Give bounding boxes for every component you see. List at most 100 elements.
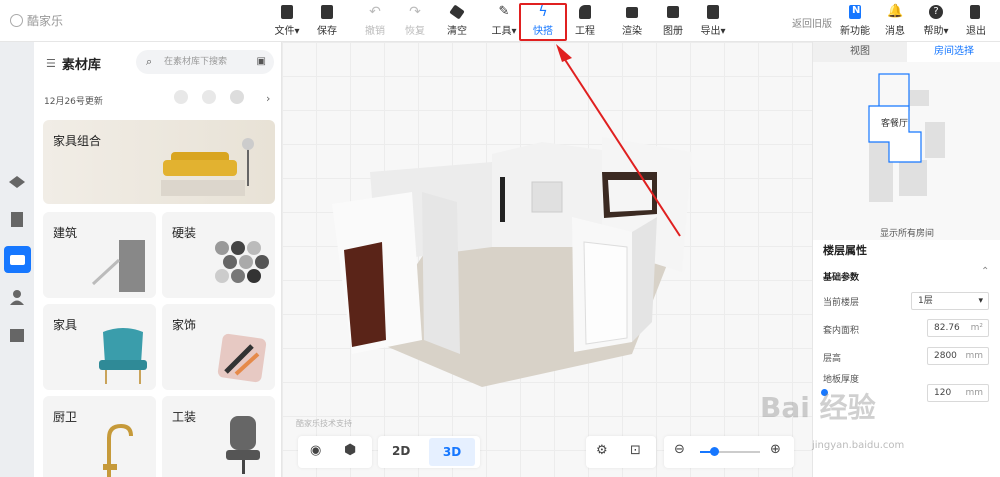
wall-partition: [422, 192, 460, 354]
focus-icon[interactable]: ⊡: [630, 443, 641, 458]
list-icon: ☰: [46, 57, 56, 70]
cube-icon[interactable]: ⬢: [344, 442, 356, 458]
help-icon: ?: [928, 4, 944, 20]
rail-build-icon[interactable]: [7, 172, 27, 192]
sofa-illustration: [161, 138, 254, 196]
export-icon: [705, 4, 721, 20]
floor-thickness-field[interactable]: 120 mm: [927, 384, 989, 402]
wrench-icon: ✎: [498, 4, 510, 19]
faucet-illustration: [103, 423, 133, 477]
export-button[interactable]: 导出▾: [693, 4, 733, 37]
messages-button[interactable]: 🔔 消息: [875, 4, 915, 37]
rail-cabinet-icon[interactable]: [7, 325, 27, 345]
file-icon: [279, 4, 295, 20]
materials-panel: ☰ 素材库 ⌕ 在素材库下搜索 ▣ 12月26号更新 › 家具组合 建筑 硬装: [34, 42, 282, 477]
inner-area-field[interactable]: 82.76 m²: [927, 319, 989, 337]
redo-button[interactable]: ↷ 恢复: [395, 4, 435, 37]
card-furniture-combo[interactable]: 家具组合: [43, 120, 275, 204]
render-button[interactable]: 渲染: [612, 4, 652, 37]
collapse-chevron-icon[interactable]: ⌃: [981, 266, 989, 277]
rail-door-icon[interactable]: [7, 209, 27, 229]
materials-title: ☰ 素材库: [46, 57, 101, 73]
hex-tiles-illustration: [215, 241, 269, 283]
armchair-illustration: [99, 328, 147, 384]
eraser-icon: [449, 4, 465, 20]
pendant-thumbnail[interactable]: [230, 90, 244, 104]
basic-params-header[interactable]: 基础参数: [823, 270, 859, 283]
card-soft-decor[interactable]: 家饰: [162, 304, 275, 390]
materials-search-input[interactable]: ⌕ 在素材库下搜索 ▣: [136, 50, 274, 74]
clear-button[interactable]: 清空: [437, 4, 477, 37]
zoom-slider[interactable]: [700, 447, 760, 456]
camera-icon: [624, 4, 640, 20]
card-furniture[interactable]: 家具: [43, 304, 156, 390]
card-kitchen-bath[interactable]: 厨卫: [43, 396, 156, 477]
show-all-rooms-button[interactable]: 显示所有房间: [813, 226, 1000, 239]
engineering-button[interactable]: 工程: [565, 4, 605, 37]
zoom-slider-handle[interactable]: [710, 447, 719, 456]
update-note: 12月26号更新: [44, 97, 103, 107]
floor-thickness-label: 地板厚度: [823, 375, 860, 385]
return-old-version-link[interactable]: 返回旧版: [792, 15, 832, 30]
undo-button[interactable]: ↶ 撤销: [355, 4, 395, 37]
search-icon: ⌕: [146, 55, 153, 68]
room-label[interactable]: 客餐厅: [881, 116, 908, 129]
camera-search-icon[interactable]: ▣: [257, 50, 266, 74]
featured-thumbnails: [174, 90, 244, 104]
logo-icon: [10, 14, 23, 27]
bowl-thumbnail[interactable]: [202, 90, 216, 104]
scroll-right-chevron-icon[interactable]: ›: [266, 92, 270, 105]
inner-area-label: 套内面积: [823, 326, 860, 336]
view-tabs: 视图 房间选择: [813, 42, 1000, 62]
tab-room-select[interactable]: 房间选择: [907, 42, 1000, 62]
rail-furniture-icon[interactable]: [4, 246, 31, 273]
3d-viewport[interactable]: 酷家乐技术支持 ◉ ⬢ 2D 3D ⚙ ⊡ ⊖ ⊕: [282, 42, 812, 477]
zoom-out-icon[interactable]: ⊖: [674, 442, 685, 457]
eye-icon[interactable]: ◉: [310, 443, 321, 458]
new-features-button[interactable]: N 新功能: [835, 4, 875, 37]
floor-height-field[interactable]: 2800 mm: [927, 347, 989, 365]
camera-toolbar: ⚙ ⊡: [586, 436, 656, 468]
floor-props-title: 楼层属性: [823, 244, 867, 257]
baidu-watermark: Bai 经验: [760, 391, 876, 424]
view-3d-button[interactable]: 3D: [429, 438, 475, 466]
right-double-door: [583, 241, 628, 345]
tech-support-watermark: 酷家乐技术支持: [296, 419, 352, 428]
save-icon: [319, 4, 335, 20]
album-button[interactable]: 图册: [653, 4, 693, 37]
save-button[interactable]: 保存: [307, 4, 347, 37]
pillow-illustration: [217, 333, 267, 383]
top-toolbar: 酷家乐 文件▾ 保存 ↶ 撤销 ↷ 恢复 清空 ✎ 工具▾ ϟ 快搭 工程 渲染…: [0, 0, 1000, 42]
room-model: [332, 137, 692, 387]
window-center: [531, 181, 563, 213]
app-logo[interactable]: 酷家乐: [10, 12, 63, 29]
camera-settings-icon[interactable]: ⚙: [596, 443, 608, 458]
logo-text: 酷家乐: [27, 14, 64, 28]
engineering-icon: [577, 4, 593, 20]
file-menu-button[interactable]: 文件▾: [267, 4, 307, 37]
dropdown-arrow-icon: ▾: [978, 296, 983, 306]
card-building[interactable]: 建筑: [43, 212, 156, 298]
category-rail: [0, 42, 34, 477]
view-mode-toolbar: ◉ ⬢: [298, 436, 372, 468]
stairs-illustration: [91, 240, 145, 292]
album-icon: [665, 4, 681, 20]
view-2d-button[interactable]: 2D: [392, 444, 410, 458]
zoom-in-icon[interactable]: ⊕: [770, 442, 781, 457]
rail-person-icon[interactable]: [7, 287, 27, 307]
floorplan-map: [868, 73, 945, 202]
help-button[interactable]: ? 帮助▾: [916, 4, 956, 37]
card-hard-decor[interactable]: 硬装: [162, 212, 275, 298]
undo-icon: ↶: [369, 4, 381, 20]
redo-icon: ↷: [409, 4, 421, 20]
bell-icon: 🔔: [887, 4, 904, 19]
baidu-watermark-url: jingyan.baidu.com: [812, 440, 905, 451]
lamp-thumbnail[interactable]: [174, 90, 188, 104]
tools-menu-button[interactable]: ✎ 工具▾: [484, 4, 524, 37]
zoom-toolbar: ⊖ ⊕: [664, 436, 794, 468]
card-tooling[interactable]: 工装: [162, 396, 275, 477]
tab-view[interactable]: 视图: [813, 42, 907, 62]
floor-minimap[interactable]: 客餐厅 显示所有房间: [813, 62, 1000, 240]
exit-button[interactable]: 退出: [956, 4, 996, 37]
current-floor-select[interactable]: 1层 ▾: [911, 292, 989, 310]
